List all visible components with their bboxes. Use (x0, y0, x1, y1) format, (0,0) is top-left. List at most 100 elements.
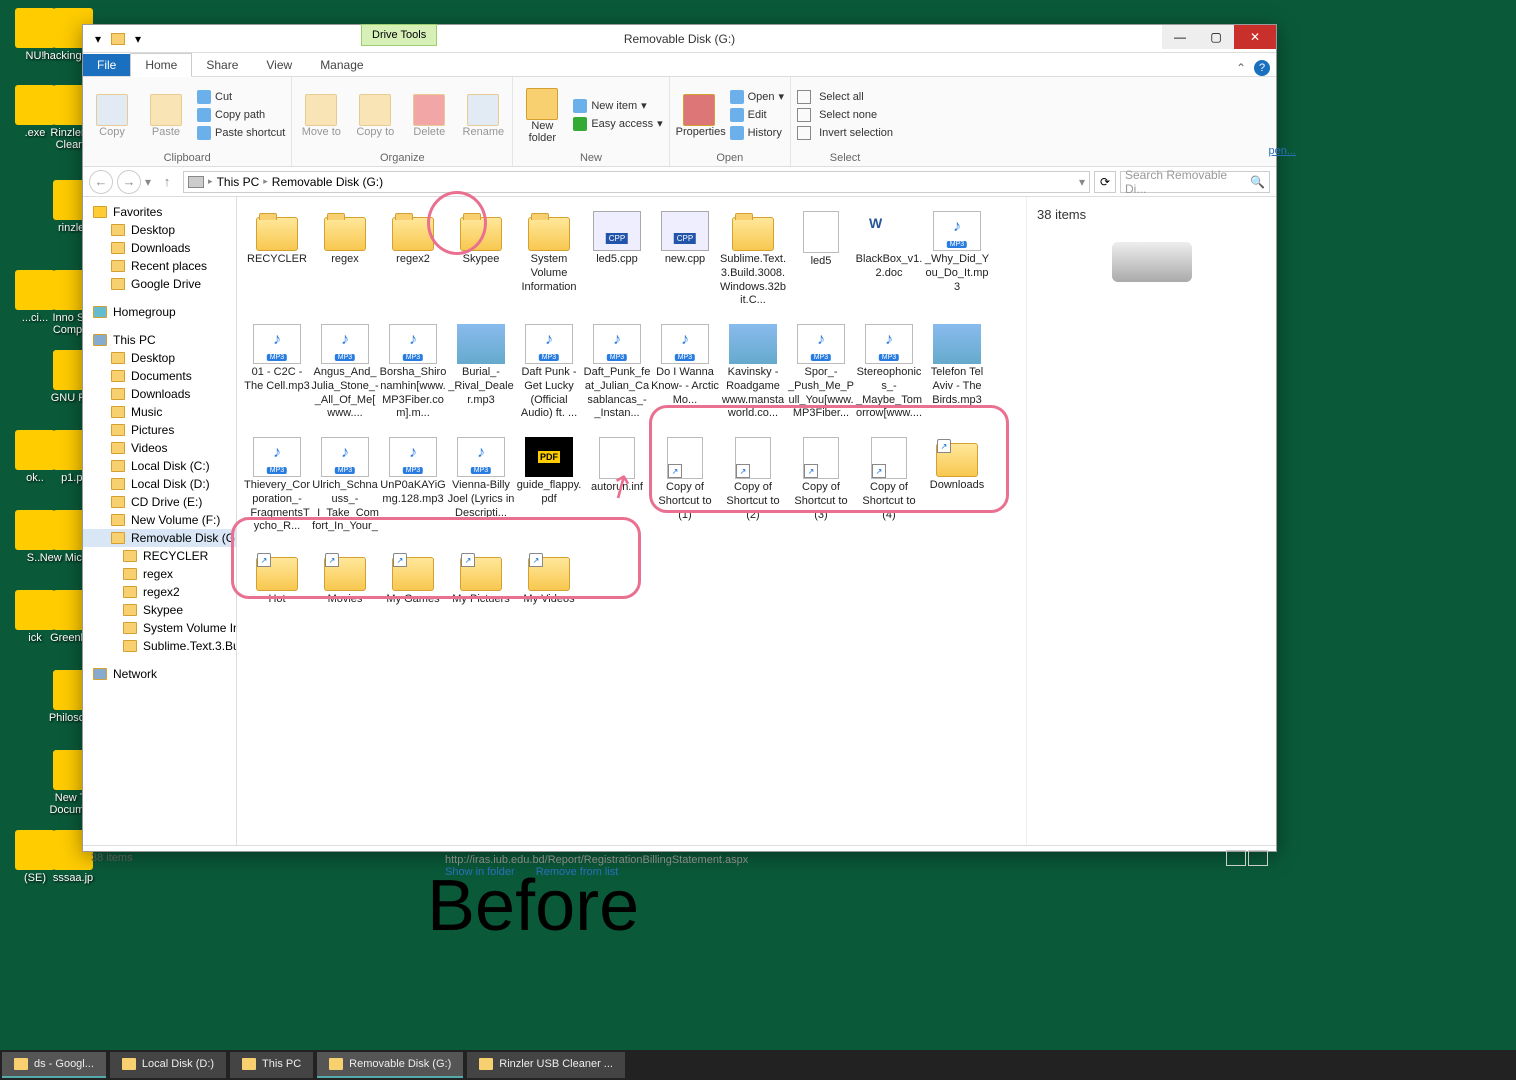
nav-item[interactable]: Sublime.Text.3.Build. (83, 637, 236, 655)
icons-view-button[interactable] (1248, 850, 1268, 866)
remove-from-list-link[interactable]: Remove from list (536, 866, 619, 878)
nav-item[interactable]: Google Drive (83, 275, 236, 293)
select-none-button[interactable]: Select none (797, 107, 893, 123)
file-item[interactable]: led5.cpp (583, 211, 651, 308)
file-item[interactable]: Movies (311, 551, 379, 607)
file-item[interactable]: regex (311, 211, 379, 308)
paste-button[interactable]: Paste (143, 92, 189, 138)
file-item[interactable]: BlackBox_v1.2.doc (855, 211, 923, 308)
contextual-drive-tools-tab[interactable]: Drive Tools (361, 24, 437, 46)
file-item[interactable]: Copy of Shortcut to (2) (719, 437, 787, 535)
properties-button[interactable]: Properties (676, 92, 722, 138)
file-item[interactable]: Spor_-_Push_Me_Pull_You[www.MP3Fiber... (787, 324, 855, 421)
nav-item[interactable]: Videos (83, 439, 236, 457)
search-input[interactable]: Search Removable Di... 🔍 (1120, 171, 1270, 193)
taskbar-button[interactable]: Local Disk (D:) (110, 1052, 226, 1078)
address-dropdown-icon[interactable]: ▾ (1079, 175, 1085, 189)
tab-share[interactable]: Share (192, 54, 252, 76)
back-button[interactable]: ← (89, 170, 113, 194)
file-item[interactable]: guide_flappy.pdf (515, 437, 583, 535)
pen-link[interactable]: pen... (1268, 145, 1296, 157)
easy-access-button[interactable]: Easy access ▾ (573, 116, 662, 132)
history-button[interactable]: History (730, 125, 784, 141)
taskbar[interactable]: ds - Googl...Local Disk (D:)This PCRemov… (0, 1050, 1516, 1080)
help-icon[interactable]: ? (1254, 60, 1270, 76)
nav-item[interactable]: regex2 (83, 583, 236, 601)
nav-network[interactable]: Network (83, 665, 236, 683)
nav-item[interactable]: Recent places (83, 257, 236, 275)
nav-item[interactable]: Removable Disk (G:) (83, 529, 236, 547)
details-view-button[interactable] (1226, 850, 1246, 866)
new-item-button[interactable]: New item ▾ (573, 98, 662, 114)
file-item[interactable]: led5 (787, 211, 855, 308)
breadcrumb[interactable]: ▸ This PC ▸ Removable Disk (G:) ▾ (183, 171, 1090, 193)
copy-button[interactable]: Copy (89, 92, 135, 138)
close-button[interactable]: ✕ (1234, 25, 1276, 49)
file-item[interactable]: Skypee (447, 211, 515, 308)
nav-item[interactable]: Music (83, 403, 236, 421)
recent-dropdown-icon[interactable]: ▾ (145, 175, 151, 189)
file-item[interactable]: Copy of Shortcut to (3) (787, 437, 855, 535)
file-item[interactable]: autorun.inf (583, 437, 651, 535)
tab-manage[interactable]: Manage (306, 54, 377, 76)
show-in-folder-link[interactable]: Show in folder (445, 866, 515, 878)
crumb-removable-disk[interactable]: Removable Disk (G:) (272, 175, 383, 189)
file-item[interactable]: 01 - C2C - The Cell.mp3 (243, 324, 311, 421)
delete-button[interactable]: Delete (406, 92, 452, 138)
navigation-pane[interactable]: Favorites DesktopDownloadsRecent placesG… (83, 197, 237, 845)
nav-item[interactable]: RECYCLER (83, 547, 236, 565)
move-to-button[interactable]: Move to (298, 92, 344, 138)
file-item[interactable]: Kavinsky - Roadgame www.manstaworld.co..… (719, 324, 787, 421)
file-item[interactable]: Borsha_Shironamhin[www.MP3Fiber.com].m..… (379, 324, 447, 421)
collapse-ribbon-icon[interactable]: ⌃ (1236, 61, 1246, 75)
file-item[interactable]: My Videos (515, 551, 583, 607)
file-item[interactable]: Sublime.Text.3.Build.3008.Windows.32bit.… (719, 211, 787, 308)
file-item[interactable]: Hot (243, 551, 311, 607)
file-item[interactable]: Downloads (923, 437, 991, 535)
nav-item[interactable]: Skypee (83, 601, 236, 619)
cut-button[interactable]: Cut (197, 89, 285, 105)
taskbar-button[interactable]: Removable Disk (G:) (317, 1052, 463, 1078)
nav-item[interactable]: Downloads (83, 385, 236, 403)
copy-path-button[interactable]: Copy path (197, 107, 285, 123)
open-button[interactable]: Open ▾ (730, 89, 784, 105)
title-bar[interactable]: ▾ ▾ Drive Tools Removable Disk (G:) — ▢ … (83, 25, 1276, 53)
file-item[interactable]: My Pictuers (447, 551, 515, 607)
nav-favorites[interactable]: Favorites (83, 203, 236, 221)
file-item[interactable]: Do I Wanna Know- - Arctic Mo... (651, 324, 719, 421)
file-item[interactable]: regex2 (379, 211, 447, 308)
nav-item[interactable]: Pictures (83, 421, 236, 439)
taskbar-button[interactable]: Rinzler USB Cleaner ... (467, 1052, 625, 1078)
file-item[interactable]: RECYCLER (243, 211, 311, 308)
file-item[interactable]: Daft Punk - Get Lucky (Official Audio) f… (515, 324, 583, 421)
nav-item[interactable]: Downloads (83, 239, 236, 257)
file-item[interactable]: Burial_-_Rival_Dealer.mp3 (447, 324, 515, 421)
forward-button[interactable]: → (117, 170, 141, 194)
file-item[interactable]: Thievery_Corporation_-_FragmentsTycho_R.… (243, 437, 311, 535)
rename-button[interactable]: Rename (460, 92, 506, 138)
file-item[interactable]: System Volume Information (515, 211, 583, 308)
nav-this-pc[interactable]: This PC (83, 331, 236, 349)
copy-to-button[interactable]: Copy to (352, 92, 398, 138)
nav-homegroup[interactable]: Homegroup (83, 303, 236, 321)
file-item[interactable]: Ulrich_Schnauss_-_I_Take_Comfort_In_Your… (311, 437, 379, 535)
taskbar-button[interactable]: ds - Googl... (2, 1052, 106, 1078)
taskbar-button[interactable]: This PC (230, 1052, 313, 1078)
crumb-this-pc[interactable]: This PC (217, 175, 260, 189)
paste-shortcut-button[interactable]: Paste shortcut (197, 125, 285, 141)
tab-view[interactable]: View (252, 54, 306, 76)
file-pane[interactable]: RECYCLERregexregex2SkypeeSystem Volume I… (237, 197, 1276, 845)
nav-item[interactable]: System Volume Infor (83, 619, 236, 637)
tab-home[interactable]: Home (130, 53, 192, 77)
qat-dropdown-icon[interactable]: ▾ (129, 30, 147, 48)
nav-item[interactable]: New Volume (F:) (83, 511, 236, 529)
file-item[interactable]: Copy of Shortcut to (1) (651, 437, 719, 535)
file-item[interactable]: Stereophonics_-_Maybe_Tomorrow[www.... (855, 324, 923, 421)
file-item[interactable]: new.cpp (651, 211, 719, 308)
new-folder-button[interactable]: New folder (519, 86, 565, 144)
maximize-button[interactable]: ▢ (1198, 25, 1234, 49)
up-button[interactable]: ↑ (155, 170, 179, 194)
nav-item[interactable]: Local Disk (D:) (83, 475, 236, 493)
edit-button[interactable]: Edit (730, 107, 784, 123)
nav-item[interactable]: CD Drive (E:) (83, 493, 236, 511)
